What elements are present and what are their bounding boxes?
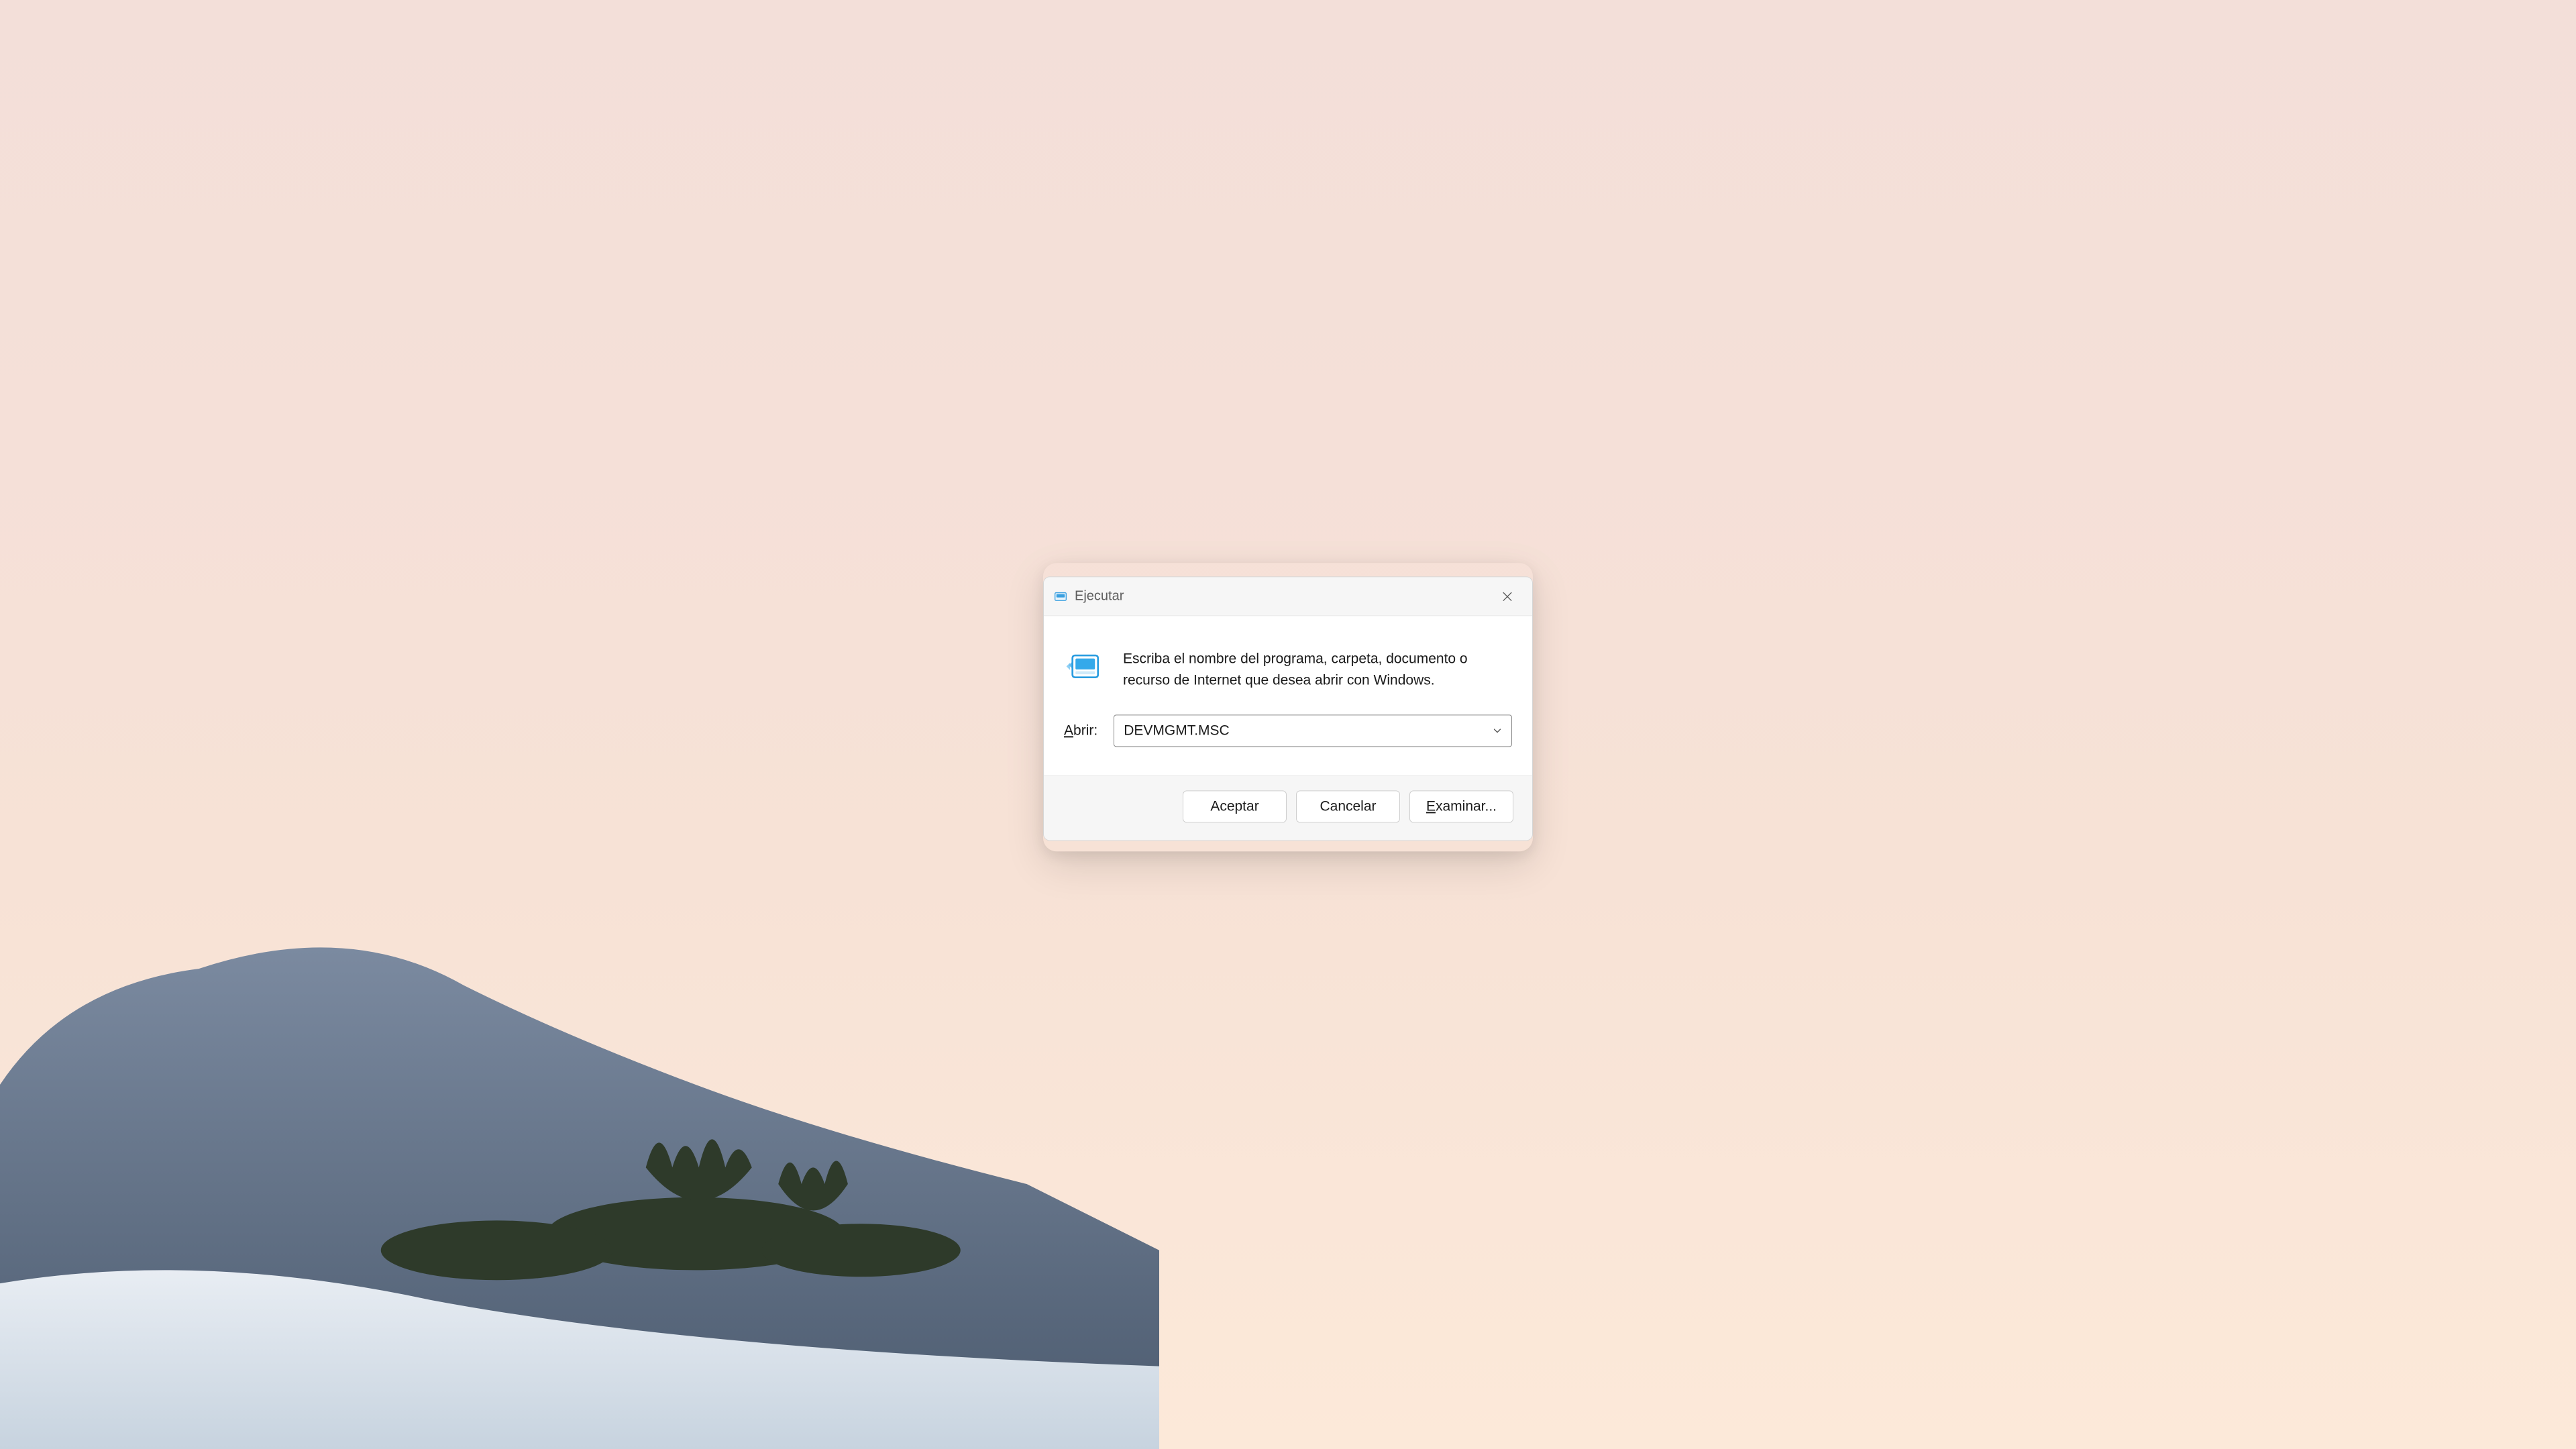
open-input[interactable] [1114, 714, 1512, 747]
run-icon [1053, 589, 1068, 604]
run-icon-large [1064, 647, 1103, 686]
titlebar[interactable]: Ejecutar [1044, 577, 1532, 616]
open-combobox[interactable] [1114, 714, 1512, 747]
open-row: Abrir: [1044, 714, 1532, 775]
cancel-button[interactable]: Cancelar [1296, 790, 1400, 822]
button-label: Aceptar [1210, 798, 1258, 814]
close-button[interactable] [1492, 581, 1523, 612]
dialog-title: Ejecutar [1075, 588, 1124, 604]
wallpaper-landscape [0, 652, 1159, 1449]
ok-button[interactable]: Aceptar [1183, 790, 1287, 822]
open-label: Abrir: [1064, 722, 1097, 739]
browse-button[interactable]: Examinar... [1409, 790, 1513, 822]
button-label: Examinar... [1426, 798, 1497, 814]
close-icon [1501, 590, 1514, 603]
dialog-description: Escriba el nombre del programa, carpeta,… [1123, 647, 1512, 690]
dialog-content: Escriba el nombre del programa, carpeta,… [1044, 616, 1532, 714]
button-bar: Aceptar Cancelar Examinar... [1044, 775, 1532, 840]
button-label: Cancelar [1320, 798, 1376, 814]
run-dialog: Ejecutar Escriba el nombre del programa,… [1043, 576, 1533, 841]
chevron-down-icon[interactable] [1489, 722, 1505, 739]
titlebar-left: Ejecutar [1053, 588, 1124, 604]
